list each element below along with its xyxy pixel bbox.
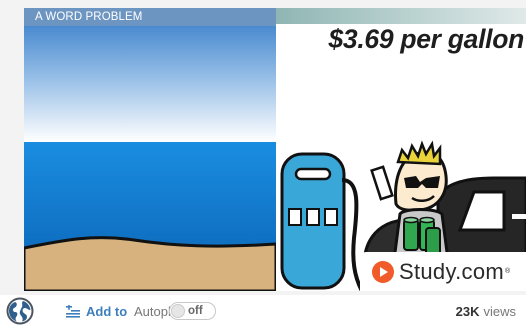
video-action-bar: Add to Autoplay off 23K views: [0, 295, 526, 329]
playlist-add-icon[interactable]: [66, 305, 80, 318]
sky: [24, 8, 276, 142]
views-label: views: [483, 304, 516, 319]
study-com-watermark: Study.com ®: [360, 252, 526, 291]
brand-name: Study.com: [399, 258, 504, 284]
view-count: 23K views: [456, 304, 516, 319]
add-to-button[interactable]: Add to: [86, 304, 127, 319]
play-icon: [372, 260, 394, 283]
sand: [24, 236, 278, 291]
station-top-band: [276, 8, 526, 24]
autoplay-state: off: [188, 305, 203, 317]
sea: [24, 142, 276, 250]
toggle-knob: [171, 304, 185, 318]
views-number: 23K: [455, 304, 480, 319]
trademark-mark: ®: [505, 268, 511, 275]
lesson-section-label: A WORD PROBLEM: [24, 8, 276, 26]
video-caption-price: $3.69 per gallon: [328, 24, 524, 54]
video-player[interactable]: A WORD PROBLEM $3.69 per gallon Study.co…: [0, 0, 526, 295]
autoplay-toggle[interactable]: off: [169, 302, 216, 320]
globe-icon[interactable]: [6, 297, 34, 325]
video-frame[interactable]: A WORD PROBLEM $3.69 per gallon Study.co…: [24, 8, 526, 291]
